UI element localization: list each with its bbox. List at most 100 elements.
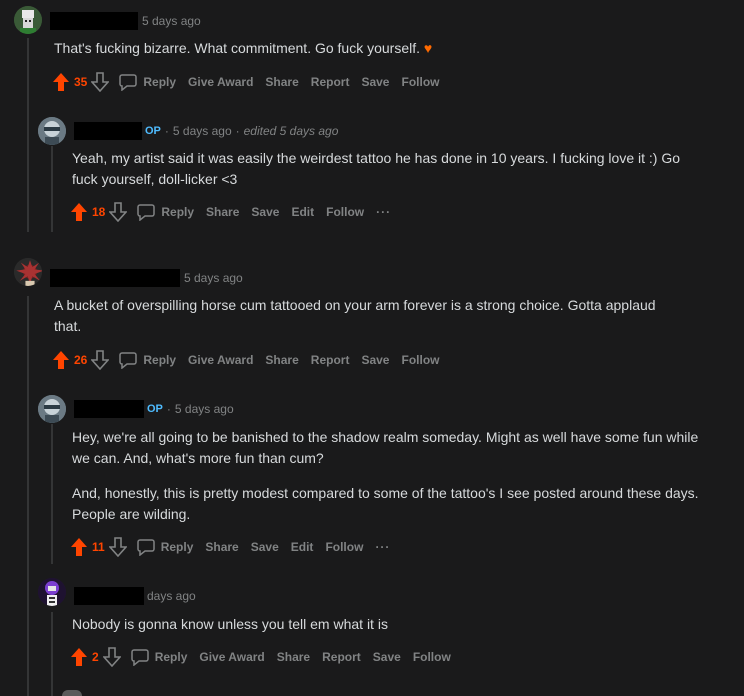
- comment-paragraph: Hey, we're all going to be banished to t…: [72, 429, 699, 466]
- follow-button[interactable]: Follow: [401, 75, 439, 89]
- follow-button[interactable]: Follow: [401, 353, 439, 367]
- timestamp[interactable]: 5 days ago: [173, 124, 232, 138]
- upvote-icon[interactable]: [70, 202, 88, 222]
- vote-control: 35: [52, 72, 110, 92]
- report-button[interactable]: Report: [322, 650, 361, 664]
- timestamp[interactable]: 5 days ago: [142, 14, 201, 28]
- avatar[interactable]: [38, 578, 66, 606]
- follow-button[interactable]: Follow: [413, 650, 451, 664]
- upvote-icon[interactable]: [52, 72, 70, 92]
- comment-actions: 11 Reply Share Save Edit Follow ···: [70, 535, 402, 559]
- comment-body: Yeah, my artist said it was easily the w…: [72, 148, 702, 190]
- avatar[interactable]: [38, 395, 66, 423]
- downvote-icon[interactable]: [91, 350, 110, 370]
- comment-meta: OP · 5 days ago: [74, 400, 234, 418]
- save-button[interactable]: Save: [251, 205, 279, 219]
- redacted-username: [50, 12, 138, 30]
- reply-button[interactable]: Reply: [119, 73, 176, 91]
- vote-control: 18: [70, 202, 128, 222]
- upvote-icon[interactable]: [52, 350, 70, 370]
- reply-label: Reply: [143, 75, 177, 89]
- comment-meta: 5 days ago: [50, 269, 243, 287]
- report-button[interactable]: Report: [311, 75, 350, 89]
- downvote-icon[interactable]: [102, 647, 121, 667]
- vote-score: 35: [74, 75, 88, 89]
- vote-control: 2: [70, 647, 121, 667]
- vote-score: 26: [74, 353, 88, 367]
- comment-bubble-icon: [119, 74, 138, 91]
- separator: ·: [166, 402, 171, 416]
- redacted-username: [74, 400, 144, 418]
- downvote-icon[interactable]: [91, 72, 110, 92]
- edited-label: edited 5 days ago: [243, 124, 339, 138]
- report-button[interactable]: Report: [311, 353, 350, 367]
- share-button[interactable]: Share: [265, 75, 298, 89]
- reply-button[interactable]: Reply: [137, 203, 194, 221]
- thread-line[interactable]: [27, 38, 29, 232]
- comment-meta: 5 days ago: [50, 12, 201, 30]
- separator: ·: [164, 124, 169, 138]
- timestamp[interactable]: 5 days ago: [184, 271, 243, 285]
- comment-body: A bucket of overspilling horse cum tatto…: [54, 295, 684, 337]
- more-options-icon[interactable]: ···: [375, 540, 390, 554]
- vote-control: 26: [52, 350, 110, 370]
- share-button[interactable]: Share: [277, 650, 310, 664]
- avatar[interactable]: [38, 117, 66, 145]
- thread-line[interactable]: [27, 296, 29, 696]
- comment-paragraph: And, honestly, this is pretty modest com…: [72, 485, 699, 522]
- follow-button[interactable]: Follow: [326, 205, 364, 219]
- comment-actions: 18 Reply Share Save Edit Follow ···: [70, 200, 403, 224]
- reply-button[interactable]: Reply: [130, 648, 188, 666]
- give-award-button[interactable]: Give Award: [188, 353, 253, 367]
- save-button[interactable]: Save: [251, 540, 279, 554]
- reply-button[interactable]: Reply: [136, 538, 194, 556]
- comment-text: Nobody is gonna know unless you tell em …: [72, 616, 388, 632]
- op-badge: OP: [145, 125, 161, 137]
- share-button[interactable]: Share: [265, 353, 298, 367]
- more-options-icon[interactable]: ···: [376, 205, 391, 219]
- edit-button[interactable]: Edit: [291, 540, 314, 554]
- comment-body: That's fucking bizarre. What commitment.…: [54, 38, 714, 59]
- save-button[interactable]: Save: [361, 75, 389, 89]
- edit-button[interactable]: Edit: [291, 205, 314, 219]
- save-button[interactable]: Save: [373, 650, 401, 664]
- reply-button[interactable]: Reply: [119, 351, 176, 369]
- heart-emoji: ♥: [423, 40, 433, 56]
- reply-label: Reply: [160, 540, 194, 554]
- op-badge: OP: [147, 403, 163, 415]
- comment-actions: 26 Reply Give Award Share Report Save Fo…: [52, 348, 451, 372]
- downvote-icon[interactable]: [108, 537, 127, 557]
- vote-control: 11: [70, 537, 127, 557]
- timestamp[interactable]: days ago: [147, 589, 196, 603]
- redacted-username: [74, 587, 144, 605]
- comment-actions: 35 Reply Give Award Share Report Save Fo…: [52, 70, 451, 94]
- give-award-button[interactable]: Give Award: [199, 650, 264, 664]
- avatar[interactable]: [14, 6, 42, 34]
- give-award-button[interactable]: Give Award: [188, 75, 253, 89]
- share-button[interactable]: Share: [206, 205, 239, 219]
- comment-text: That's fucking bizarre. What commitment.…: [54, 40, 421, 56]
- upvote-icon[interactable]: [70, 647, 88, 667]
- share-button[interactable]: Share: [205, 540, 238, 554]
- redacted-username: [74, 122, 142, 140]
- reply-label: Reply: [161, 205, 195, 219]
- comment-body: Nobody is gonna know unless you tell em …: [72, 614, 702, 635]
- save-button[interactable]: Save: [361, 353, 389, 367]
- follow-button[interactable]: Follow: [325, 540, 363, 554]
- reply-label: Reply: [154, 650, 188, 664]
- redacted-username: [50, 269, 180, 287]
- comment-meta: OP · 5 days ago · edited 5 days ago: [74, 122, 338, 140]
- comment-bubble-icon: [136, 539, 155, 556]
- avatar[interactable]: [14, 258, 42, 286]
- thread-line[interactable]: [51, 612, 53, 696]
- comment-text: A bucket of overspilling horse cum tatto…: [54, 297, 656, 334]
- comment-bubble-icon: [137, 204, 156, 221]
- avatar[interactable]: [62, 690, 82, 696]
- comment-bubble-icon: [130, 649, 149, 666]
- thread-line[interactable]: [51, 424, 53, 564]
- timestamp[interactable]: 5 days ago: [175, 402, 234, 416]
- comment-body: Hey, we're all going to be banished to t…: [72, 427, 702, 525]
- downvote-icon[interactable]: [109, 202, 128, 222]
- upvote-icon[interactable]: [70, 537, 88, 557]
- thread-line[interactable]: [51, 146, 53, 232]
